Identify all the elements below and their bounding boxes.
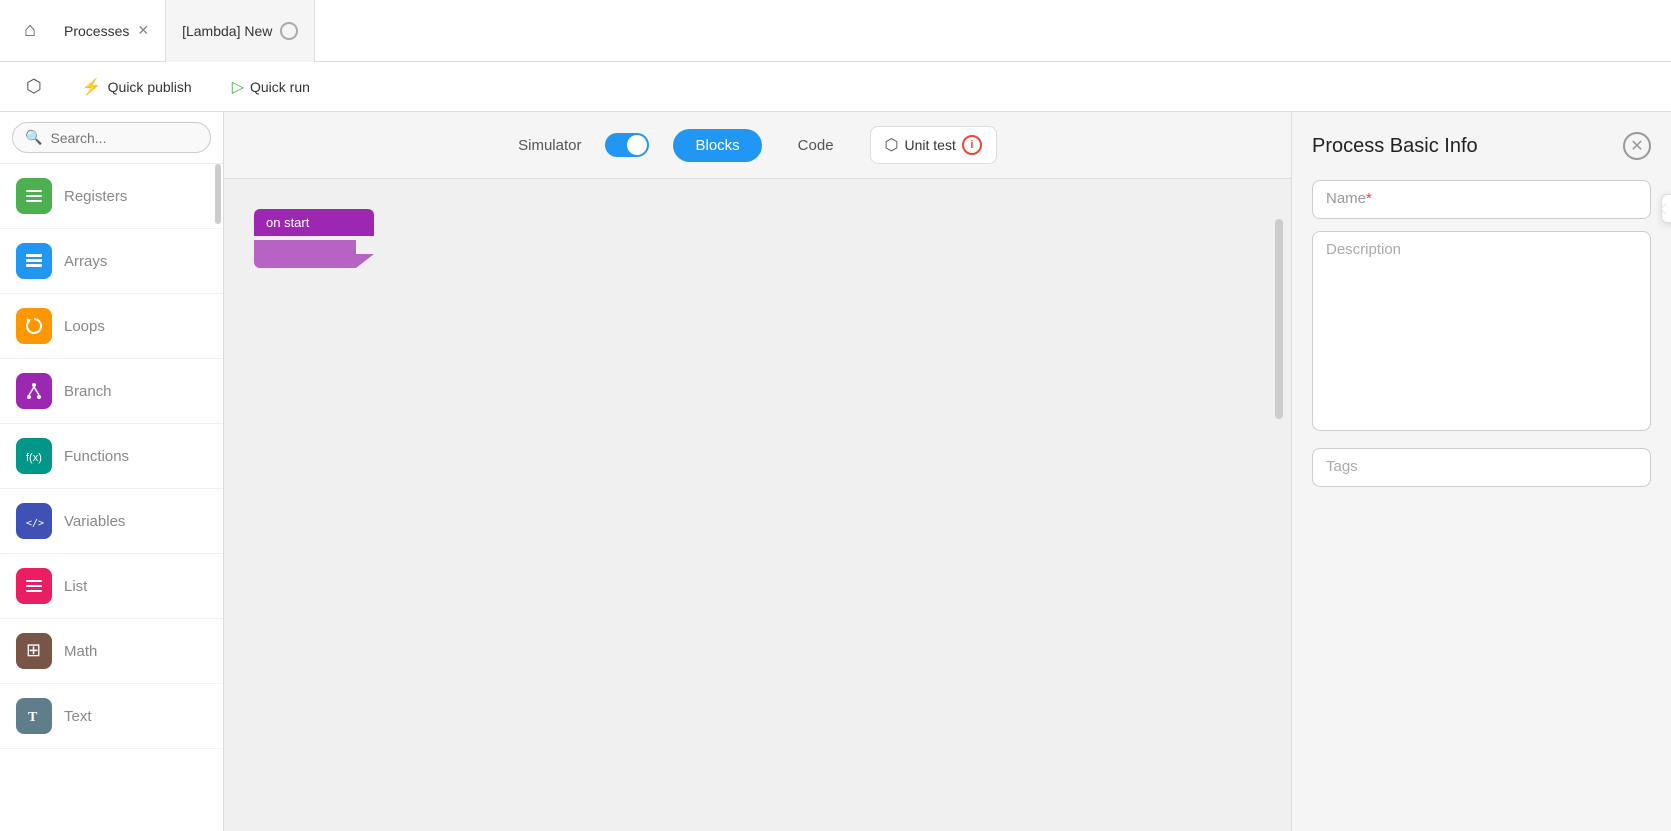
- tooltip-bubble: Please fill out this field.: [1661, 194, 1671, 223]
- toolbar: ⬡ ⚡ Quick publish ▷ Quick run: [0, 62, 1671, 112]
- quick-run-button[interactable]: ▷ Quick run: [222, 71, 320, 103]
- canvas-area: Simulator Blocks Code ⬡ Unit test i on s…: [224, 112, 1291, 831]
- top-bar: ⌂ Processes ✕ [Lambda] New: [0, 0, 1671, 62]
- search-input[interactable]: [50, 130, 198, 146]
- scroll-thumb: [215, 164, 221, 224]
- branch-label: Branch: [64, 383, 112, 400]
- branch-icon: [16, 373, 52, 409]
- name-field-wrap: Name* Please fill out this field.: [1312, 180, 1651, 219]
- on-start-block: on start: [254, 209, 374, 268]
- canvas-scrollbar-thumb: [1275, 219, 1283, 419]
- text-icon: T: [16, 698, 52, 734]
- variables-icon: </>: [16, 503, 52, 539]
- unit-test-button[interactable]: ⬡ Unit test i: [870, 126, 997, 164]
- list-icon: [16, 568, 52, 604]
- publish-icon: ⚡: [82, 77, 102, 97]
- svg-text:T: T: [28, 710, 38, 725]
- close-tab-icon[interactable]: ✕: [137, 22, 149, 39]
- search-box: 🔍: [12, 122, 211, 153]
- loops-icon: [16, 308, 52, 344]
- panel-close-button[interactable]: ✕: [1623, 132, 1651, 160]
- simulator-label: Simulator: [518, 137, 581, 154]
- save-button[interactable]: ⬡: [16, 70, 52, 103]
- tab-processes[interactable]: Processes ✕: [48, 0, 166, 62]
- arrays-icon: [16, 243, 52, 279]
- tags-field-wrap: Tags: [1312, 448, 1651, 487]
- sidebar-item-variables[interactable]: </> Variables: [0, 489, 223, 554]
- block-body: [254, 240, 374, 268]
- code-button[interactable]: Code: [786, 129, 846, 162]
- sidebar-item-list[interactable]: List: [0, 554, 223, 619]
- quick-publish-button[interactable]: ⚡ Quick publish: [72, 71, 202, 103]
- svg-text:f(x): f(x): [26, 452, 42, 464]
- tab-processes-label: Processes: [64, 23, 129, 39]
- info-panel: Process Basic Info ✕ Name* Please fill o…: [1291, 112, 1671, 831]
- list-label: List: [64, 578, 87, 595]
- unit-test-icon: ⬡: [885, 135, 899, 155]
- canvas-scrollbar[interactable]: [1275, 179, 1283, 831]
- description-wrap: Description: [1312, 231, 1651, 436]
- quick-publish-label: Quick publish: [108, 79, 192, 95]
- svg-text:</>: </>: [26, 518, 44, 529]
- search-container: 🔍: [0, 112, 223, 164]
- search-icon: 🔍: [25, 129, 42, 146]
- on-start-label: on start: [266, 215, 309, 230]
- registers-icon: [16, 178, 52, 214]
- functions-icon: f(x): [16, 438, 52, 474]
- svg-text:⊞: ⊞: [26, 641, 41, 660]
- panel-title: Process Basic Info: [1312, 135, 1478, 158]
- canvas-content: on start: [224, 179, 1291, 831]
- lambda-circle-icon: [280, 22, 298, 40]
- math-icon: ⊞: [16, 633, 52, 669]
- main-layout: 🔍 Registers Arrays: [0, 112, 1671, 831]
- blocks-button[interactable]: Blocks: [673, 129, 761, 162]
- arrays-label: Arrays: [64, 253, 107, 270]
- run-icon: ▷: [232, 77, 244, 97]
- canvas-toolbar: Simulator Blocks Code ⬡ Unit test i: [224, 112, 1291, 179]
- panel-header: Process Basic Info ✕: [1312, 132, 1651, 160]
- variables-label: Variables: [64, 513, 125, 530]
- sidebar-scroll[interactable]: Registers Arrays Loops Branch: [0, 164, 223, 831]
- sidebar-item-arrays[interactable]: Arrays: [0, 229, 223, 294]
- simulator-toggle[interactable]: [605, 133, 649, 157]
- unit-test-label: Unit test: [905, 137, 956, 153]
- tab-lambda[interactable]: [Lambda] New: [166, 0, 315, 62]
- sidebar-item-functions[interactable]: f(x) Functions: [0, 424, 223, 489]
- functions-label: Functions: [64, 448, 129, 465]
- registers-label: Registers: [64, 188, 127, 205]
- description-input[interactable]: [1312, 231, 1651, 431]
- sidebar-item-branch[interactable]: Branch: [0, 359, 223, 424]
- loops-label: Loops: [64, 318, 105, 335]
- home-icon[interactable]: ⌂: [12, 13, 48, 49]
- info-circle-icon[interactable]: i: [962, 135, 982, 155]
- sidebar-item-loops[interactable]: Loops: [0, 294, 223, 359]
- math-label: Math: [64, 643, 97, 660]
- sidebar-item-text[interactable]: T Text: [0, 684, 223, 749]
- tags-input[interactable]: [1312, 448, 1651, 487]
- tab-lambda-label: [Lambda] New: [182, 23, 272, 39]
- name-input[interactable]: [1312, 180, 1651, 219]
- sidebar-item-math[interactable]: ⊞ Math: [0, 619, 223, 684]
- text-label: Text: [64, 708, 92, 725]
- quick-run-label: Quick run: [250, 79, 310, 95]
- save-icon: ⬡: [26, 76, 42, 97]
- sidebar: 🔍 Registers Arrays: [0, 112, 224, 831]
- block-header: on start: [254, 209, 374, 236]
- toggle-knob: [627, 135, 647, 155]
- sidebar-item-registers[interactable]: Registers: [0, 164, 223, 229]
